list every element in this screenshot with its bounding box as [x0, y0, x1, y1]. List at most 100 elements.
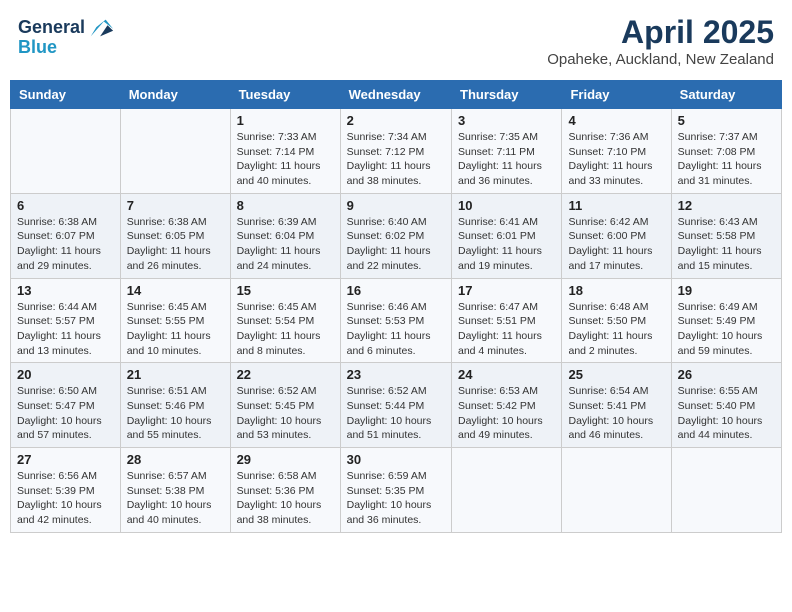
calendar-cell: 25 Sunrise: 6:54 AMSunset: 5:41 PMDayligh… — [562, 363, 671, 448]
calendar-cell: 4 Sunrise: 7:36 AMSunset: 7:10 PMDaylight… — [562, 109, 671, 194]
calendar-cell: 30 Sunrise: 6:59 AMSunset: 5:35 PMDayligh… — [340, 448, 451, 533]
day-info: Sunrise: 6:49 AMSunset: 5:49 PMDaylight:… — [678, 300, 775, 359]
calendar-cell: 12 Sunrise: 6:43 AMSunset: 5:58 PMDayligh… — [671, 193, 781, 278]
day-number: 11 — [568, 198, 664, 213]
calendar-cell: 26 Sunrise: 6:55 AMSunset: 5:40 PMDayligh… — [671, 363, 781, 448]
day-number: 25 — [568, 367, 664, 382]
day-info: Sunrise: 6:53 AMSunset: 5:42 PMDaylight:… — [458, 384, 555, 443]
day-number: 5 — [678, 113, 775, 128]
calendar-cell: 20 Sunrise: 6:50 AMSunset: 5:47 PMDayligh… — [11, 363, 121, 448]
day-info: Sunrise: 7:36 AMSunset: 7:10 PMDaylight:… — [568, 130, 664, 189]
day-number: 21 — [127, 367, 224, 382]
logo-text: General — [18, 18, 85, 38]
day-number: 12 — [678, 198, 775, 213]
day-info: Sunrise: 6:50 AMSunset: 5:47 PMDaylight:… — [17, 384, 114, 443]
day-number: 10 — [458, 198, 555, 213]
day-info: Sunrise: 6:54 AMSunset: 5:41 PMDaylight:… — [568, 384, 664, 443]
calendar-cell: 9 Sunrise: 6:40 AMSunset: 6:02 PMDaylight… — [340, 193, 451, 278]
day-info: Sunrise: 6:52 AMSunset: 5:44 PMDaylight:… — [347, 384, 445, 443]
calendar-cell: 19 Sunrise: 6:49 AMSunset: 5:49 PMDayligh… — [671, 278, 781, 363]
calendar-cell: 24 Sunrise: 6:53 AMSunset: 5:42 PMDayligh… — [452, 363, 562, 448]
day-number: 9 — [347, 198, 445, 213]
col-header-sunday: Sunday — [11, 81, 121, 109]
calendar-cell: 13Sunrise: 6:44 AMSunset: 5:57 PMDayligh… — [11, 278, 121, 363]
col-header-tuesday: Tuesday — [230, 81, 340, 109]
calendar-header-row: SundayMondayTuesdayWednesdayThursdayFrid… — [11, 81, 782, 109]
logo: General Blue — [18, 14, 115, 58]
day-number: 19 — [678, 283, 775, 298]
day-number: 27 — [17, 452, 114, 467]
day-info: Sunrise: 6:52 AMSunset: 5:45 PMDaylight:… — [237, 384, 334, 443]
day-info: Sunrise: 6:48 AMSunset: 5:50 PMDaylight:… — [568, 300, 664, 359]
page-header: General Blue April 2025 Opaheke, Aucklan… — [10, 10, 782, 72]
calendar-cell: 10 Sunrise: 6:41 AMSunset: 6:01 PMDayligh… — [452, 193, 562, 278]
day-number: 3 — [458, 113, 555, 128]
day-number: 24 — [458, 367, 555, 382]
day-info: Sunrise: 6:45 AMSunset: 5:54 PMDaylight:… — [237, 300, 334, 359]
day-info: Sunrise: 6:56 AMSunset: 5:39 PMDaylight:… — [17, 469, 114, 528]
day-number: 2 — [347, 113, 445, 128]
day-number: 22 — [237, 367, 334, 382]
logo-blue-text: Blue — [18, 38, 57, 58]
calendar-week-0: 1Sunrise: 7:33 AMSunset: 7:14 PMDaylight… — [11, 109, 782, 194]
calendar-cell: 17Sunrise: 6:47 AMSunset: 5:51 PMDayligh… — [452, 278, 562, 363]
calendar-cell: 29 Sunrise: 6:58 AMSunset: 5:36 PMDayligh… — [230, 448, 340, 533]
calendar-cell: 15 Sunrise: 6:45 AMSunset: 5:54 PMDayligh… — [230, 278, 340, 363]
calendar-cell: 18Sunrise: 6:48 AMSunset: 5:50 PMDayligh… — [562, 278, 671, 363]
day-info: Sunrise: 6:55 AMSunset: 5:40 PMDaylight:… — [678, 384, 775, 443]
day-info: Sunrise: 6:41 AMSunset: 6:01 PMDaylight:… — [458, 215, 555, 274]
calendar-cell — [120, 109, 230, 194]
day-number: 15 — [237, 283, 334, 298]
calendar-cell: 5 Sunrise: 7:37 AMSunset: 7:08 PMDaylight… — [671, 109, 781, 194]
calendar-week-2: 13Sunrise: 6:44 AMSunset: 5:57 PMDayligh… — [11, 278, 782, 363]
day-info: Sunrise: 6:40 AMSunset: 6:02 PMDaylight:… — [347, 215, 445, 274]
day-number: 20 — [17, 367, 114, 382]
day-info: Sunrise: 6:42 AMSunset: 6:00 PMDaylight:… — [568, 215, 664, 274]
day-info: Sunrise: 6:45 AMSunset: 5:55 PMDaylight:… — [127, 300, 224, 359]
day-info: Sunrise: 7:33 AMSunset: 7:14 PMDaylight:… — [237, 130, 334, 189]
calendar-cell: 8Sunrise: 6:39 AMSunset: 6:04 PMDaylight… — [230, 193, 340, 278]
calendar-table: SundayMondayTuesdayWednesdayThursdayFrid… — [10, 80, 782, 533]
calendar-cell: 14 Sunrise: 6:45 AMSunset: 5:55 PMDayligh… — [120, 278, 230, 363]
day-info: Sunrise: 6:43 AMSunset: 5:58 PMDaylight:… — [678, 215, 775, 274]
col-header-friday: Friday — [562, 81, 671, 109]
main-title: April 2025 — [547, 14, 774, 51]
day-number: 13 — [17, 283, 114, 298]
col-header-monday: Monday — [120, 81, 230, 109]
calendar-cell: 3Sunrise: 7:35 AMSunset: 7:11 PMDaylight… — [452, 109, 562, 194]
day-number: 30 — [347, 452, 445, 467]
calendar-cell — [562, 448, 671, 533]
day-info: Sunrise: 6:58 AMSunset: 5:36 PMDaylight:… — [237, 469, 334, 528]
calendar-week-4: 27 Sunrise: 6:56 AMSunset: 5:39 PMDayligh… — [11, 448, 782, 533]
day-number: 16 — [347, 283, 445, 298]
day-info: Sunrise: 6:38 AMSunset: 6:05 PMDaylight:… — [127, 215, 224, 274]
calendar-cell: 21 Sunrise: 6:51 AMSunset: 5:46 PMDayligh… — [120, 363, 230, 448]
day-number: 6 — [17, 198, 114, 213]
day-number: 7 — [127, 198, 224, 213]
day-info: Sunrise: 6:47 AMSunset: 5:51 PMDaylight:… — [458, 300, 555, 359]
day-number: 26 — [678, 367, 775, 382]
calendar-cell: 2 Sunrise: 7:34 AMSunset: 7:12 PMDaylight… — [340, 109, 451, 194]
day-info: Sunrise: 7:37 AMSunset: 7:08 PMDaylight:… — [678, 130, 775, 189]
calendar-cell — [452, 448, 562, 533]
calendar-cell: 6 Sunrise: 6:38 AMSunset: 6:07 PMDaylight… — [11, 193, 121, 278]
day-info: Sunrise: 7:34 AMSunset: 7:12 PMDaylight:… — [347, 130, 445, 189]
day-info: Sunrise: 6:51 AMSunset: 5:46 PMDaylight:… — [127, 384, 224, 443]
day-number: 29 — [237, 452, 334, 467]
day-info: Sunrise: 6:39 AMSunset: 6:04 PMDaylight:… — [237, 215, 334, 274]
day-number: 14 — [127, 283, 224, 298]
day-number: 4 — [568, 113, 664, 128]
day-number: 28 — [127, 452, 224, 467]
day-info: Sunrise: 6:59 AMSunset: 5:35 PMDaylight:… — [347, 469, 445, 528]
day-info: Sunrise: 6:57 AMSunset: 5:38 PMDaylight:… — [127, 469, 224, 528]
calendar-week-3: 20 Sunrise: 6:50 AMSunset: 5:47 PMDayligh… — [11, 363, 782, 448]
title-block: April 2025 Opaheke, Auckland, New Zealan… — [547, 14, 774, 68]
calendar-cell: 28 Sunrise: 6:57 AMSunset: 5:38 PMDayligh… — [120, 448, 230, 533]
col-header-saturday: Saturday — [671, 81, 781, 109]
logo-icon — [87, 14, 115, 42]
calendar-cell: 16Sunrise: 6:46 AMSunset: 5:53 PMDayligh… — [340, 278, 451, 363]
calendar-cell: 27 Sunrise: 6:56 AMSunset: 5:39 PMDayligh… — [11, 448, 121, 533]
calendar-cell: 1Sunrise: 7:33 AMSunset: 7:14 PMDaylight… — [230, 109, 340, 194]
calendar-cell: 23Sunrise: 6:52 AMSunset: 5:44 PMDayligh… — [340, 363, 451, 448]
day-info: Sunrise: 6:38 AMSunset: 6:07 PMDaylight:… — [17, 215, 114, 274]
